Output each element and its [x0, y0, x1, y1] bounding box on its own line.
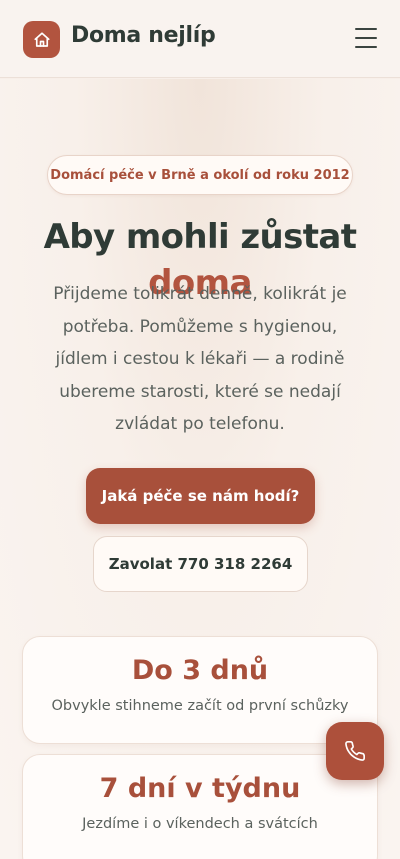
hero-badge: Domácí péče v Brně a okolí od roku 2012 [47, 155, 353, 195]
logo[interactable] [23, 21, 60, 58]
stat-label: Obvykle stihneme začít od první schůzky [51, 698, 349, 714]
hero-title-main: Aby mohli zůstat [43, 217, 357, 257]
stat-card-availability: 7 dní v týdnu Jezdíme i o víkendech a sv… [22, 754, 378, 859]
call-button[interactable]: Zavolat 770 318 2264 [93, 536, 308, 592]
site-header: Doma nejlíp [0, 0, 400, 78]
house-icon [33, 31, 50, 47]
hamburger-menu-icon[interactable] [354, 26, 378, 50]
phone-icon [345, 741, 365, 761]
stat-label: Jezdíme i o víkendech a svátcích [82, 816, 318, 832]
stat-card-start: Do 3 dnů Obvykle stihneme začít od první… [22, 636, 378, 744]
hero-lead: Přijdeme tolikrát denně, kolikrát je pot… [53, 284, 347, 435]
stat-value: Do 3 dnů [131, 655, 269, 686]
stat-value: 7 dní v týdnu [99, 773, 301, 804]
floating-call-button[interactable] [326, 722, 384, 780]
brand-name[interactable]: Doma nejlíp [71, 23, 216, 48]
care-options-button[interactable]: Jaká péče se nám hodí? [86, 468, 315, 524]
